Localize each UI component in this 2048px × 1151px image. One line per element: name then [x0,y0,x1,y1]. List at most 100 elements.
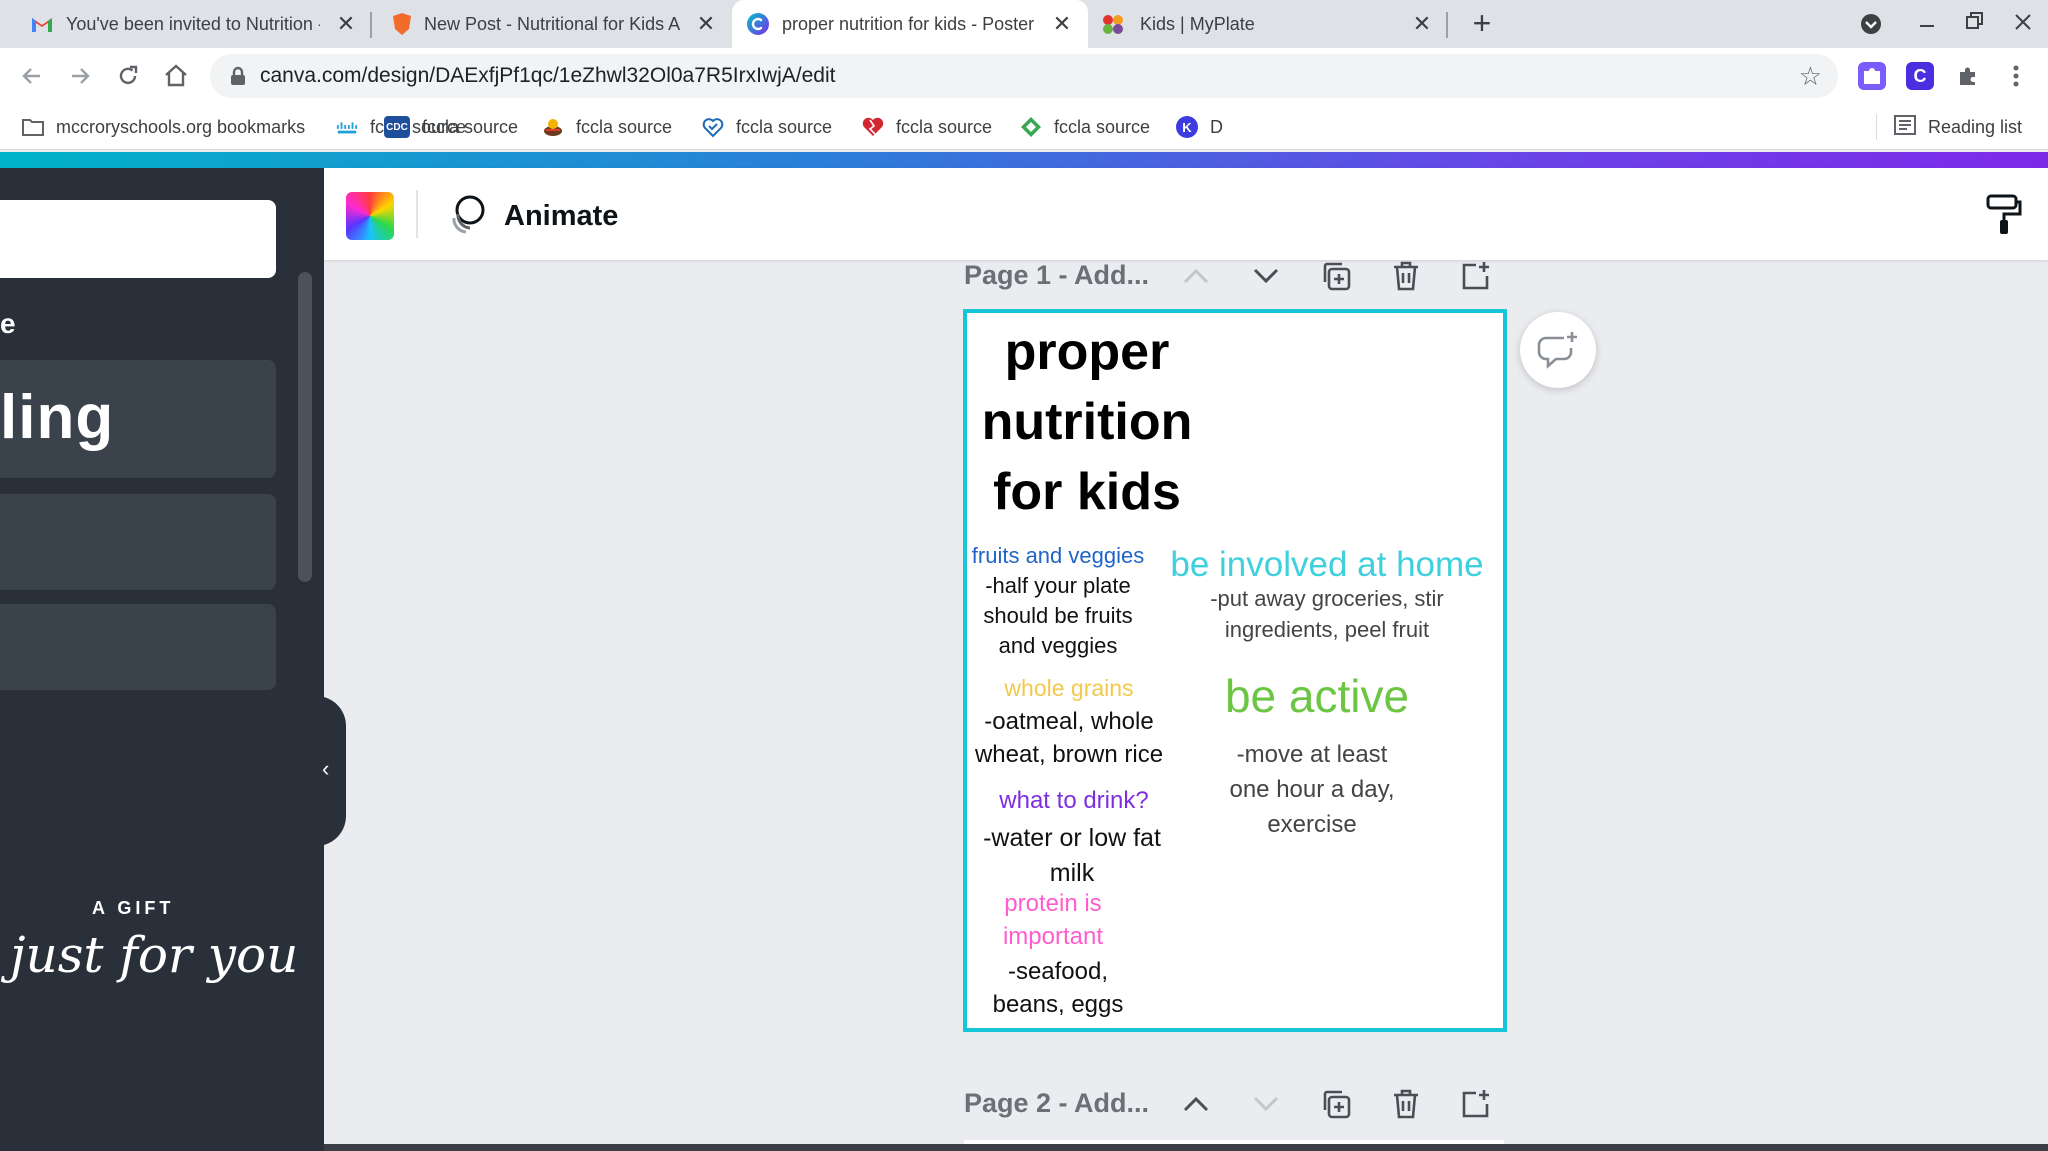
grains-body[interactable]: -oatmeal, whole wheat, brown rice [967,705,1171,771]
bookmark-label: fccla source [1054,116,1151,137]
drink-body[interactable]: -water or low fat milk [967,821,1177,891]
chevron-down-icon[interactable] [1248,1086,1284,1122]
bookmark-item[interactable]: CDC fccla source [384,114,518,140]
poster-title[interactable]: proper nutrition for kids [967,317,1207,527]
tab-myplate[interactable]: Kids | MyPlate ✕ [1088,0,1448,48]
duplicate-page-icon[interactable] [1318,1086,1354,1122]
close-icon[interactable]: ✕ [1410,12,1434,36]
bookmark-folder[interactable]: mccroryschools.org bookmarks [22,114,305,140]
canva-header-strip [0,152,2048,168]
bookmark-item[interactable]: fccla source [1020,114,1150,140]
body-line: -move at least [1236,741,1388,768]
bookmark-star-icon[interactable]: ☆ [1799,62,1822,90]
add-page-icon[interactable] [1458,258,1494,294]
restore-icon[interactable] [1960,10,1990,38]
lock-icon[interactable] [228,66,248,86]
delete-page-icon[interactable] [1388,258,1424,294]
extensions-puzzle-icon[interactable] [1954,62,1982,90]
grains-heading[interactable]: whole grains [967,675,1171,702]
bookmark-label: fccla source [736,116,833,137]
bookmark-item[interactable]: fccla source [702,114,832,140]
forward-icon[interactable] [64,60,96,92]
text-style-card[interactable] [0,494,276,590]
design-page-1[interactable]: proper nutrition for kids fruits and veg… [963,309,1507,1032]
back-icon[interactable] [16,60,48,92]
color-picker-button[interactable] [346,192,394,240]
body-line: -seafood, [1007,958,1109,985]
add-comment-button[interactable] [1520,312,1596,388]
tab-search-icon[interactable] [1856,10,1886,38]
animate-icon[interactable] [444,192,488,236]
involved-body[interactable]: -put away groceries, stir ingredients, p… [1157,583,1497,645]
bookmark-item[interactable]: fccla source [542,114,672,140]
heading-line: protein is [1004,890,1102,917]
tab-canva[interactable]: proper nutrition for kids - Poster ✕ [732,0,1088,48]
reading-list[interactable]: Reading list [1894,114,2022,140]
body-line: exercise [1267,811,1357,838]
involved-heading[interactable]: be involved at home [1157,545,1497,585]
bookmark-label: fccla source [896,116,993,137]
active-heading[interactable]: be active [1167,669,1467,723]
heart-icon [862,116,884,138]
tab-gmail[interactable]: You've been invited to Nutrition - ✕ [0,0,368,48]
reload-icon[interactable] [112,60,144,92]
page-title[interactable]: Page 2 - Add... [964,1088,1149,1119]
body-line: -put away groceries, stir [1210,586,1444,611]
body-line: -water or low fat [983,824,1161,852]
template-text-small: A GIFT [92,898,175,918]
bookmark-label: D [1210,116,1223,137]
active-body[interactable]: -move at least one hour a day, exercise [1197,737,1427,842]
fruits-heading[interactable]: fruits and veggies [967,543,1149,569]
chevron-up-icon[interactable] [1178,1086,1214,1122]
diamond-icon [1020,116,1042,138]
extension-puzzle-purple-icon[interactable] [1858,62,1886,90]
gmail-icon [30,12,54,36]
bookmarks-divider [1876,114,1877,140]
chevron-down-icon[interactable] [1248,258,1284,294]
close-icon[interactable]: ✕ [694,12,718,36]
drink-heading[interactable]: what to drink? [967,787,1181,815]
protein-heading[interactable]: protein is important [967,887,1139,953]
page-title[interactable]: Page 1 - Add... [964,260,1149,291]
bookmark-item[interactable]: fccla source [862,114,992,140]
body-line: beans, eggs [992,991,1124,1018]
panel-search-input[interactable] [0,200,276,278]
chevron-left-icon: ‹ [322,756,330,781]
tab-blogger[interactable]: New Post - Nutritional for Kids A ✕ [360,0,732,48]
new-tab-button[interactable]: + [1466,7,1498,40]
close-window-icon[interactable] [2008,10,2038,38]
collapse-panel-button[interactable]: ‹ [312,696,346,846]
page-1-header: Page 1 - Add... [964,258,1504,294]
chevron-up-icon[interactable] [1178,258,1214,294]
add-page-icon[interactable] [1458,1086,1494,1122]
home-icon[interactable] [160,60,192,92]
close-icon[interactable]: ✕ [1050,12,1074,36]
copy-style-icon[interactable] [1984,192,2024,236]
add-comment-icon [1537,332,1577,369]
protein-body[interactable]: -seafood, beans, eggs [967,955,1149,1021]
folder-icon [22,116,44,138]
canva-extension-icon[interactable]: C [1906,62,1934,90]
bookmark-item[interactable]: K D [1176,114,1223,140]
heading-style-preview: ling [0,383,115,452]
panel-scrollbar[interactable] [298,272,312,582]
body-line: -oatmeal, whole [984,708,1154,735]
tab-divider [1446,12,1448,38]
fruits-body[interactable]: -half your plate should be fruits and ve… [967,571,1149,661]
animate-button[interactable]: Animate [504,200,618,233]
duplicate-page-icon[interactable] [1318,258,1354,294]
body-line: one hour a day, [1229,776,1395,803]
title-line: nutrition [981,393,1193,451]
address-bar[interactable]: canva.com/design/DAExfjPf1qc/1eZhwl32Ol0… [210,54,1838,98]
chrome-menu-icon[interactable] [2002,62,2030,90]
text-style-card[interactable] [0,604,276,690]
k-icon: K [1176,116,1198,138]
close-icon[interactable]: ✕ [334,12,358,36]
page-2-header: Page 2 - Add... [964,1086,1504,1122]
delete-page-icon[interactable] [1388,1086,1424,1122]
minimize-icon[interactable] [1912,10,1942,38]
body-line: and veggies [998,633,1118,658]
myplate-icon [1102,12,1126,36]
body-line: -half your plate [985,573,1131,598]
template-text-script: just for you [10,926,299,984]
